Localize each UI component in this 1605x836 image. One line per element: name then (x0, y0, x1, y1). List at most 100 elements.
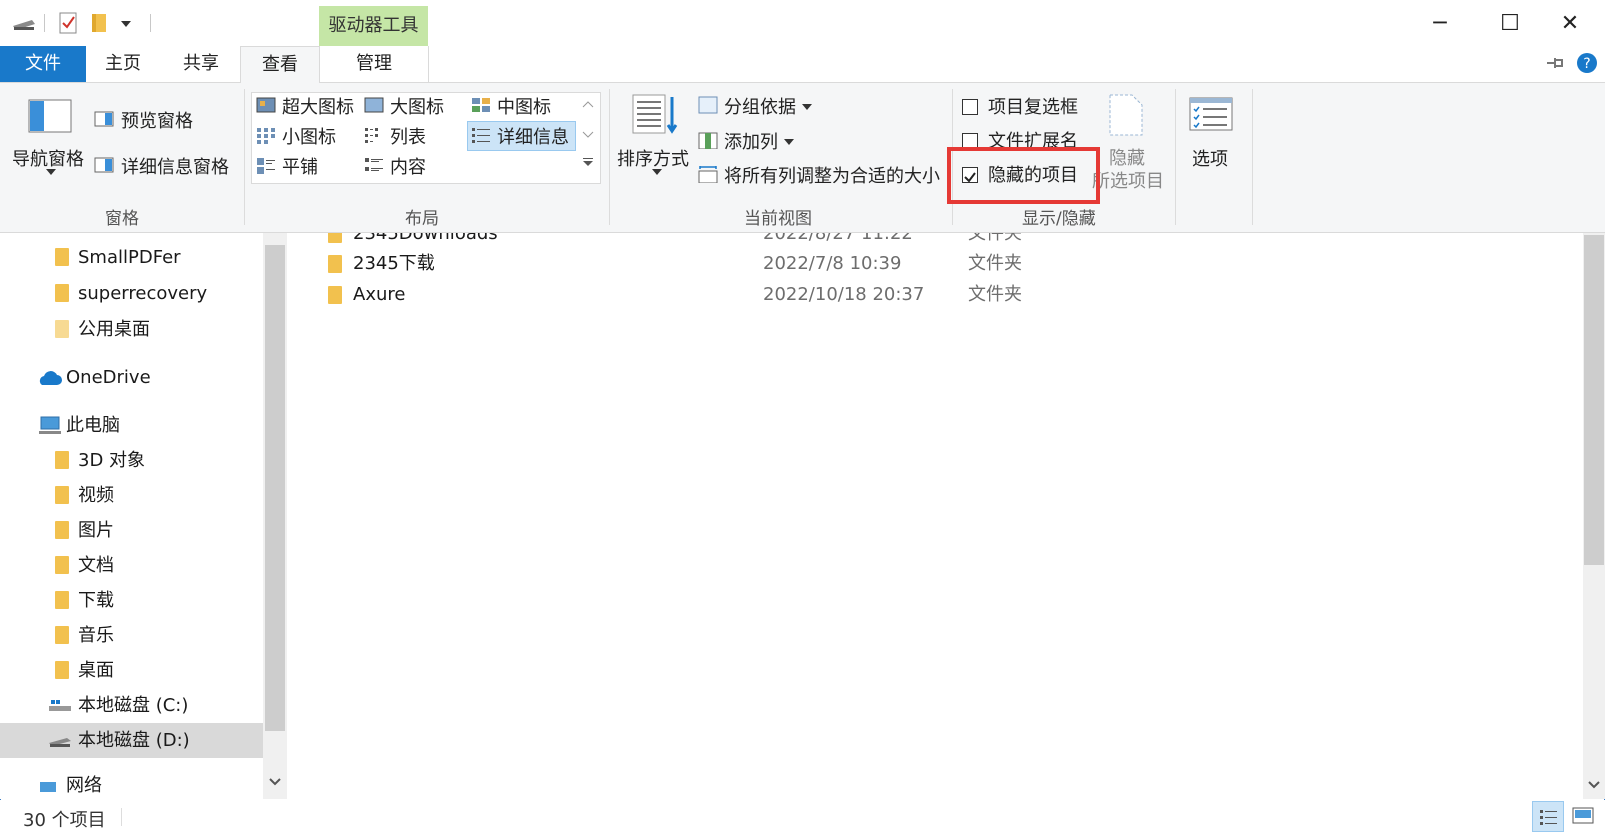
extra-large-icons-icon (256, 97, 276, 113)
layout-details[interactable]: 详细信息 (497, 123, 569, 149)
windows-drive-icon (49, 700, 71, 711)
nav-item-3d-objects[interactable]: 3D 对象 (0, 443, 263, 478)
video-folder-icon (55, 486, 69, 504)
large-icons-view-toggle[interactable] (1568, 801, 1600, 832)
new-folder-icon[interactable] (90, 12, 110, 34)
status-bar: 30 个项目 (0, 800, 1605, 834)
details-pane-label: 详细信息窗格 (121, 157, 229, 178)
preview-pane-label: 预览窗格 (121, 111, 193, 132)
nav-item-label: superrecovery (78, 283, 208, 304)
layout-large-icons[interactable]: 大图标 (390, 93, 444, 119)
nav-item-label: 本地磁盘 (C:) (78, 695, 189, 716)
file-row[interactable]: Axure 2022/10/18 20:37 文件夹 (290, 280, 1490, 310)
scroll-down-icon[interactable] (269, 778, 281, 786)
nav-item-videos[interactable]: 视频 (0, 478, 263, 513)
layout-list[interactable]: 列表 (390, 123, 426, 149)
layout-tiles[interactable]: 平铺 (282, 153, 318, 179)
tab-manage[interactable]: 管理 (319, 46, 429, 82)
nav-item-label: 桌面 (78, 660, 114, 681)
computer-icon (39, 416, 61, 434)
nav-item-downloads[interactable]: 下载 (0, 583, 263, 618)
hide-selected-label-2: 所选项目 (1092, 171, 1164, 192)
nav-item-superrecovery[interactable]: superrecovery (0, 276, 263, 311)
group-label-panes: 窗格 (105, 209, 139, 229)
pictures-folder-icon (55, 521, 69, 539)
content-view-icon (365, 158, 383, 171)
nav-item-music[interactable]: 音乐 (0, 618, 263, 653)
details-view-toggle[interactable] (1532, 801, 1564, 832)
help-icon[interactable]: ? (1576, 52, 1598, 74)
nav-item-label: 本地磁盘 (D:) (78, 730, 190, 751)
folder-icon (55, 284, 69, 302)
layout-small-icons[interactable]: 小图标 (282, 123, 336, 149)
gallery-scroll-up-icon[interactable] (582, 99, 594, 109)
group-label-layout: 布局 (405, 209, 439, 229)
fit-columns-icon (698, 166, 718, 183)
file-date: 2022/7/8 10:39 (763, 253, 902, 274)
file-date: 2022/8/27 11:22 (763, 233, 913, 244)
nav-item-drive-c[interactable]: 本地磁盘 (C:) (0, 688, 263, 723)
file-list-scrollbar[interactable] (1583, 233, 1605, 799)
nav-item-this-pc[interactable]: 此电脑 (0, 408, 263, 443)
chevron-down-icon (802, 104, 812, 110)
file-date: 2022/10/18 20:37 (763, 284, 925, 305)
scroll-down-icon[interactable] (1588, 781, 1600, 789)
folder-icon (55, 320, 69, 338)
minimize-button[interactable]: ─ (1405, 0, 1475, 46)
ribbon-tabs: 文件 主页 共享 查看 管理 ? (0, 46, 1605, 83)
nav-item-smallpdfer[interactable]: SmallPDFer (0, 240, 263, 275)
add-column-icon (698, 132, 718, 149)
file-name: 2345Downloads (353, 233, 498, 244)
nav-item-pictures[interactable]: 图片 (0, 513, 263, 548)
minimize-icon: ─ (1433, 10, 1447, 36)
options-icon (1189, 97, 1233, 131)
nav-item-label: 公用桌面 (78, 319, 150, 340)
quick-access-dropdown-icon[interactable] (120, 20, 132, 28)
separator (44, 14, 45, 32)
item-count: 30 个项目 (23, 810, 106, 831)
nav-item-public-desktop[interactable]: 公用桌面 (0, 312, 263, 347)
gallery-expand-icon[interactable] (582, 157, 594, 167)
item-checkboxes-checkbox[interactable] (962, 99, 978, 115)
tab-view[interactable]: 查看 (240, 46, 320, 83)
nav-item-network[interactable]: 网络 (0, 768, 263, 799)
file-row[interactable]: 2345Downloads 2022/8/27 11:22 文件夹 (290, 233, 1490, 249)
folder-icon (328, 233, 342, 243)
details-pane-icon (94, 157, 114, 173)
fit-columns-label: 将所有列调整为合适的大小 (724, 166, 940, 187)
file-row[interactable]: 2345下载 2022/7/8 10:39 文件夹 (290, 249, 1490, 279)
close-button[interactable]: ✕ (1535, 0, 1605, 46)
chevron-down-icon (652, 169, 662, 175)
highlight-box (947, 147, 1100, 204)
nav-item-drive-d[interactable]: 本地磁盘 (D:) (0, 723, 263, 758)
add-column-label: 添加列 (724, 132, 778, 153)
file-list-scroll-thumb[interactable] (1584, 235, 1604, 565)
nav-item-desktop[interactable]: 桌面 (0, 653, 263, 688)
group-label-current-view: 当前视图 (744, 209, 812, 229)
properties-icon[interactable] (58, 12, 80, 34)
nav-item-onedrive[interactable]: OneDrive (0, 360, 263, 395)
layout-medium-icons[interactable]: 中图标 (497, 93, 551, 119)
layout-content[interactable]: 内容 (390, 153, 426, 179)
cloud-icon (39, 371, 62, 385)
group-by-icon (698, 96, 718, 114)
tab-file[interactable]: 文件 (0, 46, 86, 82)
nav-scrollbar[interactable] (263, 233, 287, 799)
nav-item-label: SmallPDFer (78, 247, 181, 268)
gallery-scroll-down-icon[interactable] (582, 129, 594, 139)
layout-extra-large-icons[interactable]: 超大图标 (282, 93, 354, 119)
separator (150, 14, 151, 32)
hide-selected-icon (1109, 94, 1143, 136)
large-icons-icon (364, 97, 384, 113)
nav-scroll-thumb[interactable] (265, 245, 285, 731)
file-name: Axure (353, 284, 406, 305)
tab-share[interactable]: 共享 (170, 46, 232, 82)
pin-ribbon-icon[interactable] (1545, 56, 1565, 70)
tab-home[interactable]: 主页 (92, 46, 154, 82)
group-label-show-hide: 显示/隐藏 (1022, 209, 1096, 229)
drive-icon (49, 738, 71, 747)
maximize-icon: ☐ (1500, 10, 1520, 36)
drive-icon (13, 20, 35, 30)
nav-item-documents[interactable]: 文档 (0, 548, 263, 583)
folder-icon (328, 255, 342, 273)
